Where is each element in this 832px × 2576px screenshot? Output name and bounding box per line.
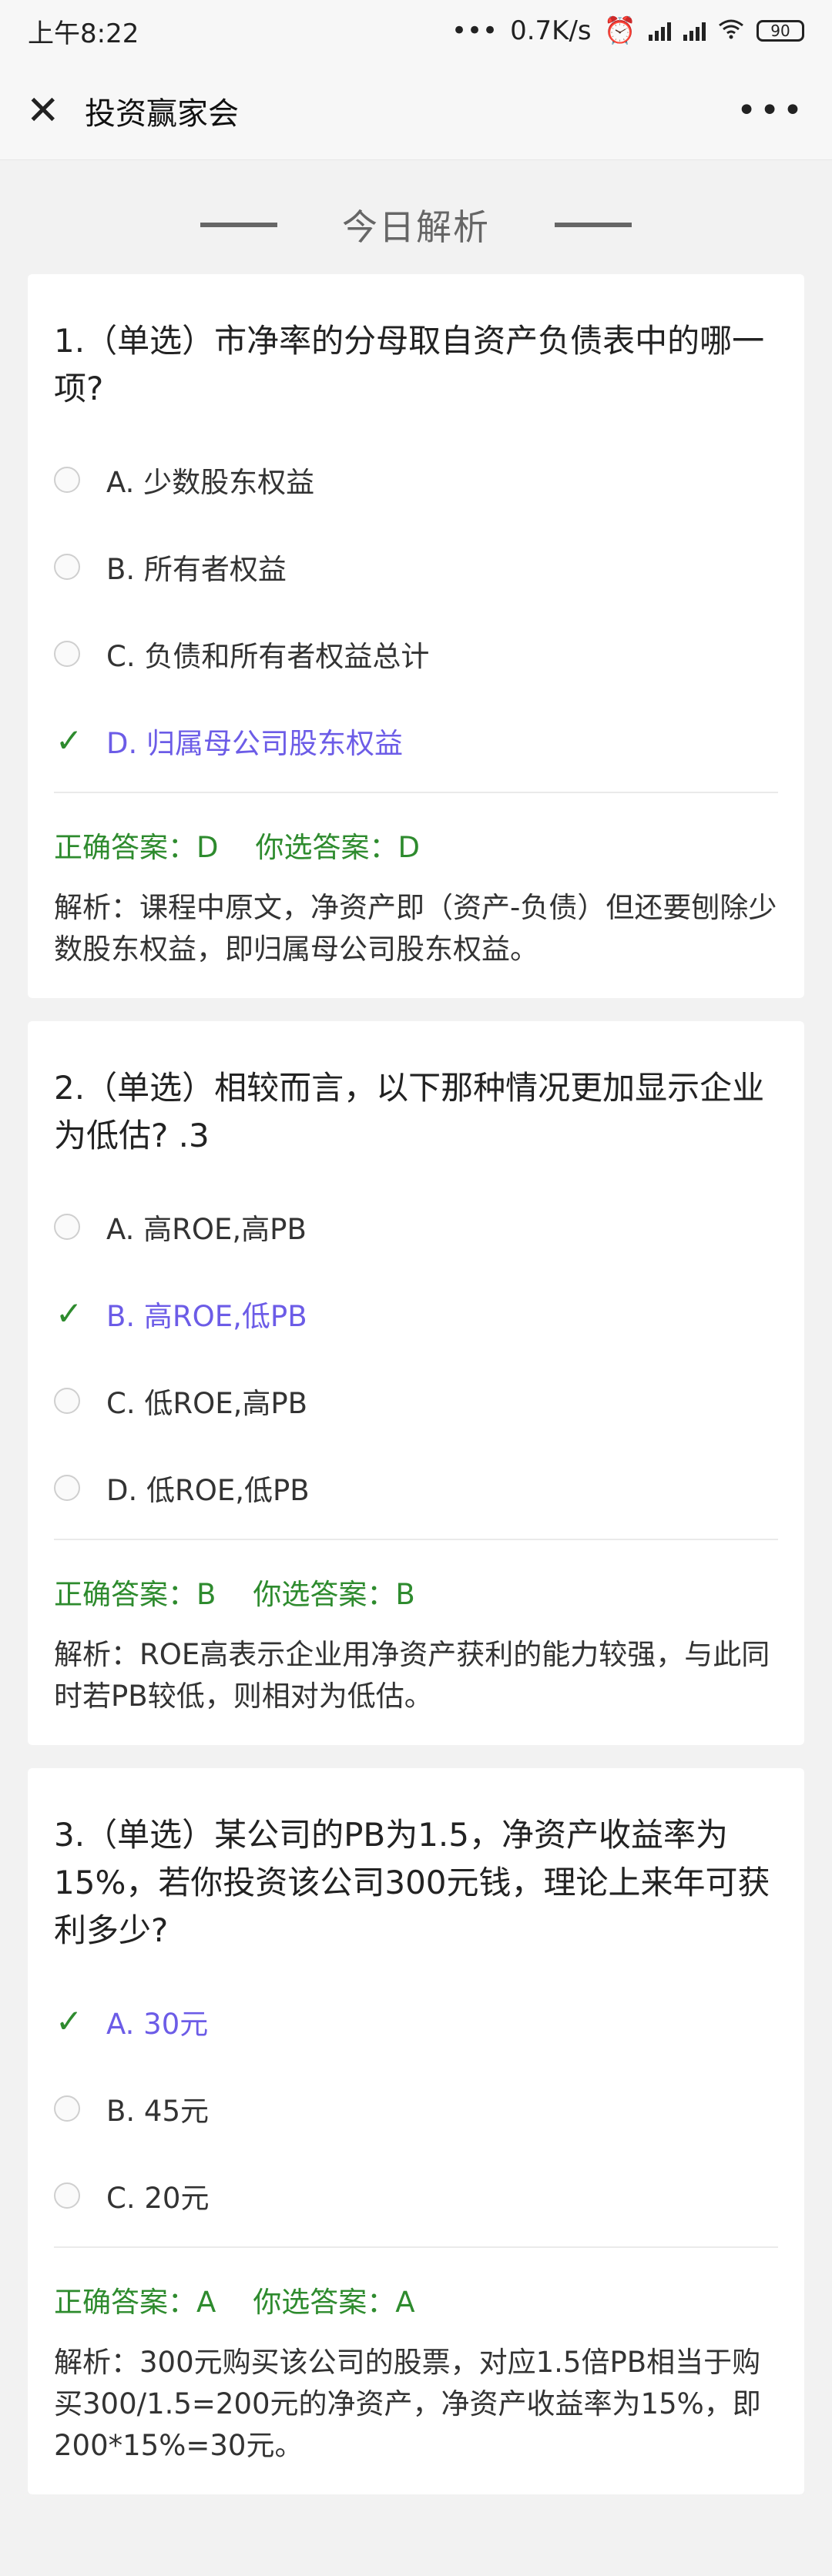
more-icon[interactable]: ••• [736,91,806,130]
radio-icon [54,553,106,580]
status-dots: ••• [451,15,498,46]
correct-answer: 正确答案：D [54,831,219,864]
option-label: D. 低ROE,低PB [106,1473,310,1507]
radio-icon [54,1474,106,1501]
check-icon: ✓ [55,2002,83,2040]
answer-summary: 正确答案：A 你选答案：A [54,2279,778,2320]
answer-option[interactable]: A. 高ROE,高PB [54,1183,778,1270]
option-label: C. 负债和所有者权益总计 [106,639,430,673]
network-speed: 0.7K/s [510,15,592,46]
answer-option[interactable]: B. 45元 [54,2065,778,2152]
signal-icon [649,21,671,41]
answer-option[interactable]: ✓ A. 30元 [54,1978,778,2065]
answer-option[interactable]: C. 20元 [54,2152,778,2239]
answer-option[interactable]: B. 所有者权益 [54,523,778,610]
answer-option[interactable]: A. 少数股东权益 [54,436,778,523]
question-list: 1.（单选）市净率的分母取自资产负债表中的哪一项? A. 少数股东权益 B. 所有者… [0,274,832,2494]
question-card: 3.（单选）某公司的PB为1.5，净资产收益率为15%，若你投资该公司300元钱… [28,1768,804,2494]
heading-text: 今日解析 [342,206,490,248]
explanation-text: 解析：300元购买该公司的股票，对应1.5倍PB相当于购买300/1.5=200… [54,2346,761,2462]
question-text: 1.（单选）市净率的分母取自资产负债表中的哪一项? [54,322,765,407]
your-answer: 你选答案：B [253,1578,415,1611]
status-time: 上午8:22 [28,18,139,49]
answer-summary: 正确答案：B 你选答案：B [54,1571,778,1613]
explanation-text: 解析：课程中原文，净资产即（资产-负债）但还要刨除少数股东权益，即归属母公司股东… [54,891,777,966]
divider [54,792,778,793]
question-text: 3.（单选）某公司的PB为1.5，净资产收益率为15%，若你投资该公司300元钱… [54,1816,770,1949]
option-label: C. 20元 [106,2181,210,2215]
radio-icon [54,466,106,493]
your-answer: 你选答案：D [255,831,421,864]
divider [54,1539,778,1540]
question-card: 2.（单选）相较而言，以下那种情况更加显示企业为低估? .3 A. 高ROE,高P… [28,1021,804,1745]
section-heading: 今日解析 [0,160,832,274]
radio-icon [54,1213,106,1240]
option-label: B. 高ROE,低PB [106,1299,307,1333]
page-title: 投资赢家会 [85,95,239,132]
question-text: 2.（单选）相较而言，以下那种情况更加显示企业为低估? .3 [54,1069,765,1154]
radio-icon [54,640,106,667]
answer-option[interactable]: D. 低ROE,低PB [54,1444,778,1531]
explanation-text: 解析：ROE高表示企业用净资产获利的能力较强，与此同时若PB较低，则相对为低估。 [54,1638,770,1713]
close-icon[interactable]: ✕ [26,91,82,131]
option-label: C. 低ROE,高PB [106,1386,308,1420]
option-label: B. 所有者权益 [106,552,287,586]
answer-option[interactable]: ✓ B. 高ROE,低PB [54,1270,778,1357]
option-label: A. 高ROE,高PB [106,1212,307,1246]
status-bar: 上午8:22 ••• 0.7K/s ⏰ 90 [0,0,832,62]
option-label: D. 归属母公司股东权益 [106,726,404,760]
option-label: A. 少数股东权益 [106,465,315,499]
battery-icon: 90 [757,20,804,42]
question-card: 1.（单选）市净率的分母取自资产负债表中的哪一项? A. 少数股东权益 B. 所有者… [28,274,804,998]
radio-icon [54,2182,106,2209]
answer-option[interactable]: C. 低ROE,高PB [54,1357,778,1444]
option-label: A. 30元 [106,2007,209,2041]
check-icon: ✓ [55,722,83,759]
correct-answer: 正确答案：B [54,1578,216,1611]
option-label: B. 45元 [106,2094,209,2128]
signal-icon [683,21,706,41]
status-right: ••• 0.7K/s ⏰ 90 [451,15,804,46]
radio-icon [54,2095,106,2122]
check-icon: ✓ [55,1295,83,1332]
nav-bar: ✕ 投资赢家会 ••• [0,62,832,160]
answer-option[interactable]: C. 负债和所有者权益总计 [54,610,778,697]
answer-summary: 正确答案：D 你选答案：D [54,824,778,866]
divider [54,2246,778,2248]
alarm-icon: ⏰ [603,15,636,46]
answer-option[interactable]: ✓ D. 归属母公司股东权益 [54,697,778,784]
wifi-icon [718,15,744,46]
your-answer: 你选答案：A [253,2286,415,2319]
correct-answer: 正确答案：A [54,2286,216,2319]
heading-divider-left [200,223,277,227]
heading-divider-right [555,223,632,227]
radio-icon [54,1387,106,1414]
